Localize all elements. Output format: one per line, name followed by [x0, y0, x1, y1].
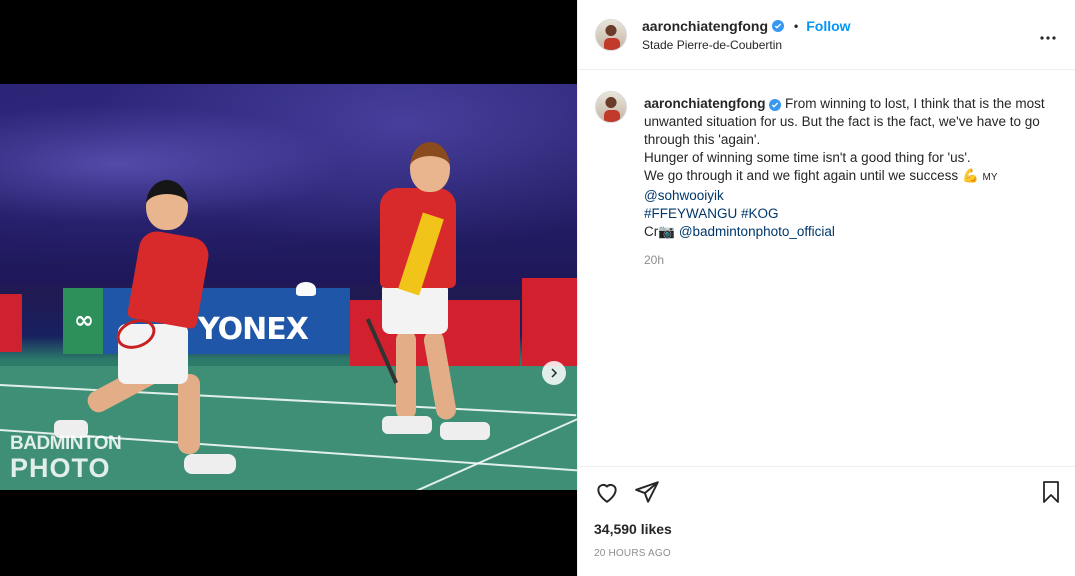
shuttlecock	[296, 282, 316, 296]
likes-count[interactable]: 34,590 likes	[594, 521, 672, 537]
like-button[interactable]	[594, 479, 622, 507]
post-caption: aaronchiatengfong From winning to lost, …	[578, 71, 1075, 465]
post-photo[interactable]: ∞ YONEX BADMINTON PHOTO	[0, 84, 577, 490]
caption-segment: MY	[982, 172, 998, 183]
watermark-line1: BADMINTON	[10, 433, 122, 454]
caption-username-link[interactable]: aaronchiatengfong	[644, 96, 766, 111]
post-side-panel: aaronchiatengfong • Follow Stade Pierre-…	[577, 0, 1075, 576]
watermark-line2: PHOTO	[10, 453, 111, 483]
chevron-right-icon	[551, 368, 558, 378]
verified-badge-icon	[772, 20, 785, 32]
follow-button[interactable]: Follow	[806, 18, 850, 34]
bookmark-icon	[1043, 481, 1059, 503]
ad-text: YONEX	[198, 312, 309, 347]
camera-emoji: 📷	[658, 224, 676, 239]
player-shoe	[382, 416, 432, 434]
more-options-icon[interactable]	[1040, 30, 1056, 40]
post-author: aaronchiatengfong • Follow	[642, 18, 851, 34]
username-link[interactable]: aaronchiatengfong	[642, 18, 768, 34]
caption-line: We go through it and we fight again unti…	[644, 167, 1064, 187]
caption-segment: Cr	[644, 224, 659, 239]
post-timestamp[interactable]: 20 HOURS AGO	[594, 548, 671, 559]
caption-line: Cr📷 @badmintonphoto_official	[644, 223, 1064, 241]
separator-dot: •	[794, 19, 799, 33]
caption-segment: We go through it and we fight again unti…	[644, 168, 959, 183]
mention-link[interactable]: @sohwooiyik	[644, 187, 1064, 205]
save-button[interactable]	[1039, 479, 1067, 507]
share-button[interactable]	[634, 479, 662, 507]
player-leg	[396, 330, 416, 420]
caption-text: aaronchiatengfong From winning to lost, …	[644, 95, 1064, 241]
mention-link[interactable]: @badmintonphoto_official	[679, 224, 835, 239]
player-shoe	[440, 422, 490, 440]
post-actions: 34,590 likes 20 HOURS AGO	[578, 466, 1075, 576]
heart-icon	[597, 484, 617, 503]
photo-stands	[0, 84, 577, 284]
player-shoe	[184, 454, 236, 474]
caption-timestamp[interactable]: 20h	[644, 253, 664, 267]
flexed-biceps-emoji: 💪	[961, 168, 979, 183]
carousel-next-button[interactable]	[542, 361, 566, 385]
player-head	[410, 142, 450, 192]
post-media: ∞ YONEX BADMINTON PHOTO	[0, 0, 577, 576]
yonex-logo-mark: ∞	[74, 306, 94, 334]
caption-line: Hunger of winning some time isn't a good…	[644, 150, 971, 165]
player-leg	[178, 374, 200, 454]
verified-badge-icon	[769, 99, 782, 111]
avatar[interactable]	[595, 91, 627, 123]
avatar[interactable]	[595, 19, 627, 51]
ad-board	[0, 294, 22, 352]
post-header: aaronchiatengfong • Follow Stade Pierre-…	[578, 0, 1075, 70]
player-head	[146, 180, 188, 230]
paper-plane-icon	[635, 481, 659, 503]
photo-watermark: BADMINTON PHOTO	[10, 433, 122, 483]
hashtag-links[interactable]: #FFEYWANGU #KOG	[644, 205, 1064, 223]
location-link[interactable]: Stade Pierre-de-Coubertin	[642, 38, 782, 52]
